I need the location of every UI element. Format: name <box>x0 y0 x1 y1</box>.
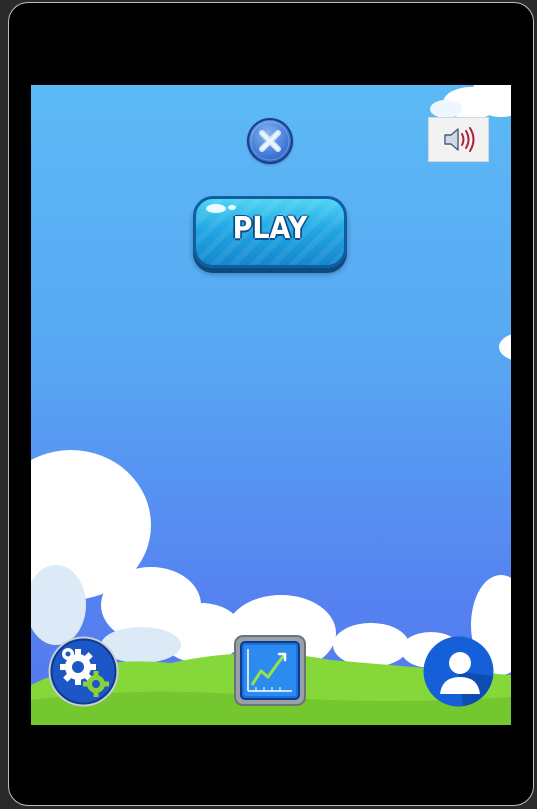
cloud-top-right <box>430 85 511 119</box>
sound-toggle-button[interactable] <box>428 117 489 162</box>
user-silhouette-icon <box>423 636 494 707</box>
play-button[interactable]: PLAY <box>193 196 347 268</box>
game-screen: PLAY <box>31 85 511 725</box>
play-button-label: PLAY <box>232 211 308 246</box>
gears-icon <box>48 636 119 707</box>
speaker-volume-icon <box>444 127 475 152</box>
close-icon <box>250 121 290 161</box>
stats-button[interactable] <box>234 635 306 706</box>
play-button-shine-small <box>228 205 236 210</box>
settings-button[interactable] <box>48 636 119 707</box>
close-button[interactable] <box>247 118 293 164</box>
profile-button[interactable] <box>423 636 494 707</box>
cloud-right-edge <box>499 334 511 360</box>
line-chart-icon <box>234 635 306 706</box>
sky-background <box>31 85 511 725</box>
